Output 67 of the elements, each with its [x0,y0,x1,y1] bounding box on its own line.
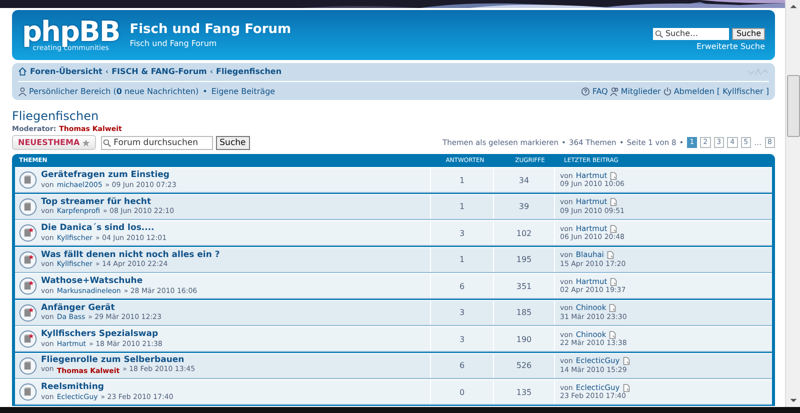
topic-title-link[interactable]: Fliegenrolle zum Selberbauen [41,356,196,366]
views-count: 185 [493,300,554,324]
star-icon [82,138,90,146]
search-icon [102,138,111,146]
forum-title[interactable]: Fliegenfischen [12,109,775,123]
views-count: 34 [493,168,554,192]
search-icon [655,30,664,38]
members-link[interactable]: Mitglieder [620,87,661,96]
replies-count: 1 [430,168,493,192]
replies-count: 1 [430,194,493,218]
forum-search-field[interactable]: Forum durchsuchen [100,136,213,150]
topic-title-link[interactable]: Kyllfischers Spezialswap [41,330,162,340]
replies-count: 1 [430,248,493,272]
breadcrumb-link[interactable]: Fliegenfischen [216,67,282,76]
document-icon[interactable] [610,172,618,180]
users-icon [610,87,619,96]
search-button[interactable]: Suche [732,28,765,40]
topic-title-link[interactable]: Wathose+Watschuhe [41,277,198,287]
scrollbar[interactable] [785,0,800,407]
topic-title-link[interactable]: Anfänger Gerät [41,304,162,314]
topic-title-link[interactable]: Reelsmithing [41,383,174,393]
replies-count: 3 [430,221,493,245]
help-icon [581,87,590,96]
scroll-up-arrow-icon[interactable] [790,4,796,9]
home-icon [18,67,27,76]
own-posts-link[interactable]: Eigene Beiträge [211,87,276,96]
views-count: 102 [493,221,554,245]
document-icon[interactable] [609,304,616,312]
views-count: 190 [493,327,554,351]
user-icon [18,87,27,96]
site-title: Fisch und Fang Forum [130,22,292,37]
topic-title-link[interactable]: Top streamer für hecht [41,198,174,208]
breadcrumb-link[interactable]: Foren-Übersicht [30,67,102,76]
topic-title-link[interactable]: Was fällt denen nicht noch alles ein ? [41,250,220,260]
breadcrumb-link[interactable]: FISCH & FANG-Forum [112,67,207,76]
bullet: • [202,87,208,96]
views-count: 195 [493,248,554,272]
search-field[interactable]: Suche… [653,28,730,40]
topic-title-link[interactable]: Gerätefragen zum Einstieg [41,171,176,181]
views-count: 39 [493,194,554,218]
document-icon[interactable] [606,251,614,260]
power-icon [662,87,672,96]
logout-link[interactable]: Abmelden [ Kyllfischer ] [674,87,769,96]
topic-title-link[interactable]: Die Danica´s sind los.... [41,224,167,234]
views-count: 351 [493,274,554,298]
breadcrumb-separator: ‹ [210,67,214,76]
document-icon[interactable] [610,224,618,233]
scroll-down-arrow-icon[interactable] [790,398,796,403]
document-icon[interactable] [622,384,630,392]
document-icon[interactable] [622,357,630,366]
replies-count: 6 [430,354,493,378]
new-topic-button[interactable]: NEUESTHEMA [12,135,96,150]
replies-count: 0 [430,380,493,404]
breadcrumb-separator: ‹ [105,67,109,76]
document-icon[interactable] [610,278,618,286]
replies-count: 6 [430,274,493,298]
forum-search-button[interactable]: Suche [216,136,250,150]
views-count: 135 [493,380,554,404]
views-count: 526 [493,354,554,378]
faq-link[interactable]: FAQ [592,87,608,96]
site-description: Fisch und Fang Forum [130,39,218,48]
personal-area-link[interactable]: Persönlicher Bereich (0 neue Nachrichten) [29,87,199,96]
replies-count: 3 [430,327,493,351]
replies-count: 3 [430,300,493,324]
document-icon[interactable] [609,330,616,339]
scrollbar-thumb[interactable] [786,75,800,137]
document-icon[interactable] [610,198,618,206]
